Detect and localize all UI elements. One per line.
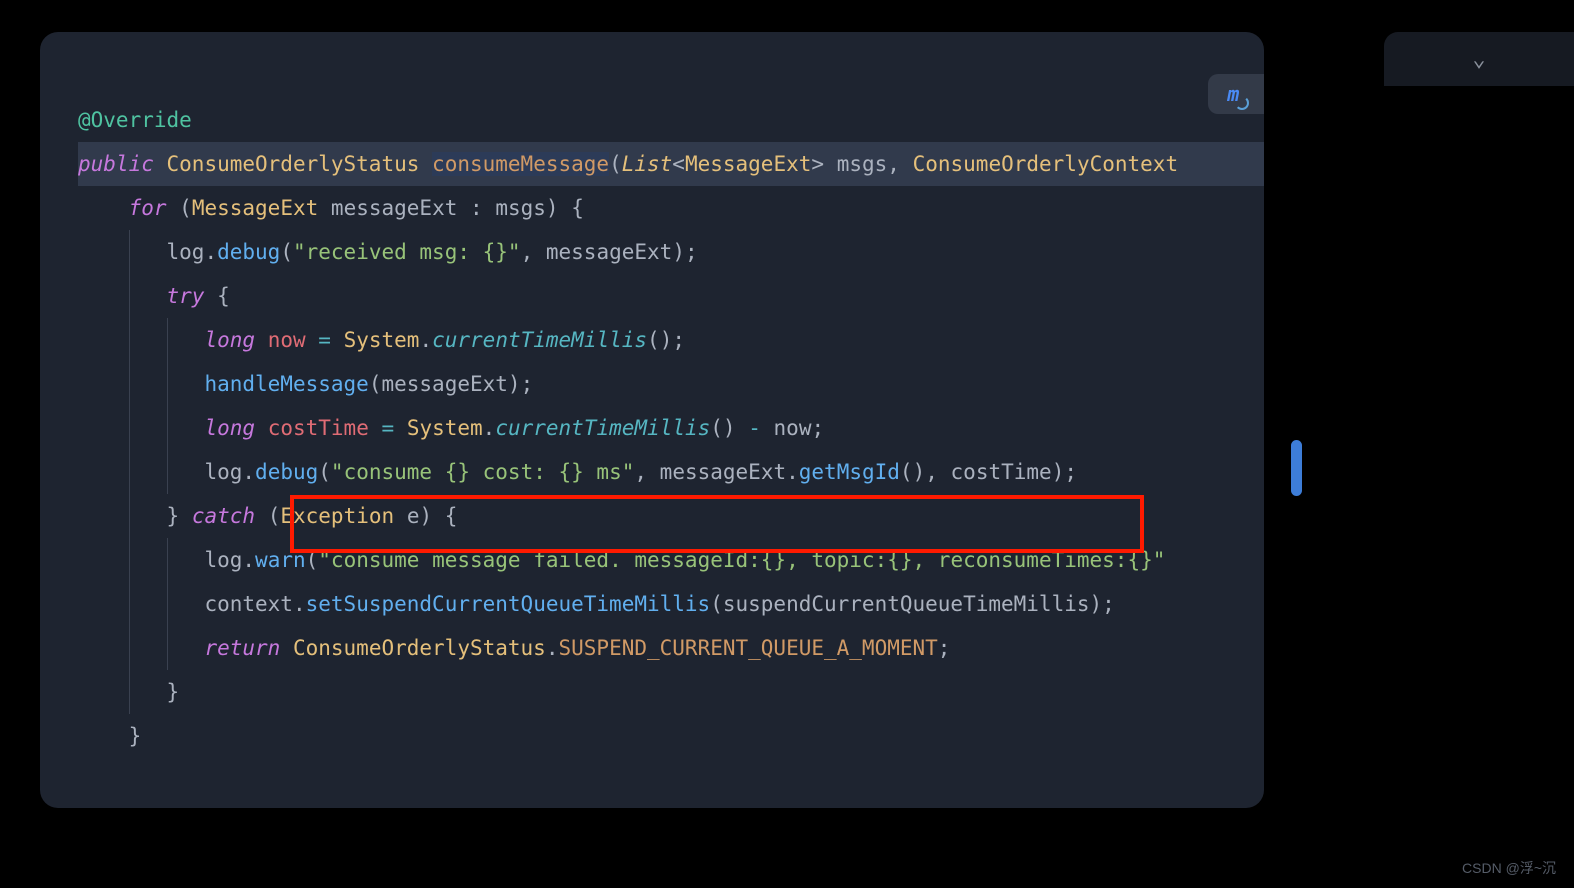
maven-sync-icon[interactable]: m xyxy=(1227,82,1239,106)
method-consumeMessage: consumeMessage xyxy=(432,152,609,176)
floating-toolbar: m ✕ xyxy=(1208,74,1264,114)
type-ctx: ConsumeOrderlyContext xyxy=(913,152,1179,176)
kw-try: try xyxy=(167,284,205,308)
collapse-panel[interactable]: ⌄ xyxy=(1384,32,1574,86)
code-editor-panel[interactable]: @Override public ConsumeOrderlyStatus co… xyxy=(40,32,1264,808)
type-list: List xyxy=(622,152,673,176)
type-msgext: MessageExt xyxy=(685,152,811,176)
kw-catch: catch xyxy=(192,504,255,528)
code-block: @Override public ConsumeOrderlyStatus co… xyxy=(40,54,1264,808)
type-cos: ConsumeOrderlyStatus xyxy=(167,152,420,176)
watermark: CSDN @浮~沉 xyxy=(1462,858,1556,878)
kw-for: for xyxy=(129,196,167,220)
kw-public: public xyxy=(78,152,154,176)
scrollbar-thumb[interactable] xyxy=(1291,440,1302,496)
kw-return: return xyxy=(204,636,280,660)
annotation-override: @Override xyxy=(78,108,192,132)
chevron-down-icon: ⌄ xyxy=(1472,47,1485,72)
